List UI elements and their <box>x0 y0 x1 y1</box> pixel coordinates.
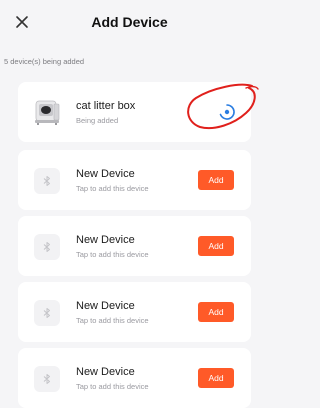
device-name: New Device <box>76 366 135 378</box>
device-name: New Device <box>76 300 135 312</box>
bluetooth-icon <box>43 242 50 252</box>
header: Add Device <box>0 0 259 46</box>
add-device-button[interactable]: Add <box>198 236 234 256</box>
device-icon-tile <box>34 366 60 392</box>
device-card-adding: cat litter box Being added <box>18 82 251 142</box>
device-icon-tile <box>34 234 60 260</box>
device-card[interactable]: New Device Tap to add this device Add <box>18 150 251 210</box>
status-text: 5 device(s) being added <box>4 57 85 66</box>
device-name: cat litter box <box>76 100 136 112</box>
device-status: Tap to add this device <box>76 250 149 259</box>
add-device-button[interactable]: Add <box>198 170 234 190</box>
bluetooth-icon <box>43 308 50 318</box>
device-card[interactable]: New Device Tap to add this device Add <box>18 348 251 408</box>
device-status: Being added <box>76 116 119 125</box>
device-card[interactable]: New Device Tap to add this device Add <box>18 216 251 276</box>
device-status: Tap to add this device <box>76 184 149 193</box>
add-device-button[interactable]: Add <box>198 302 234 322</box>
device-name: New Device <box>76 168 135 180</box>
device-status: Tap to add this device <box>76 382 149 391</box>
device-card[interactable]: New Device Tap to add this device Add <box>18 282 251 342</box>
bluetooth-icon <box>43 176 50 186</box>
device-icon-tile <box>34 168 60 194</box>
page-title: Add Device <box>91 14 168 30</box>
device-name: New Device <box>76 234 135 246</box>
loading-spinner-icon <box>217 102 237 122</box>
litter-box-image <box>32 98 62 126</box>
device-icon-tile <box>34 300 60 326</box>
device-status: Tap to add this device <box>76 316 149 325</box>
add-device-button[interactable]: Add <box>198 368 234 388</box>
bluetooth-icon <box>43 374 50 384</box>
